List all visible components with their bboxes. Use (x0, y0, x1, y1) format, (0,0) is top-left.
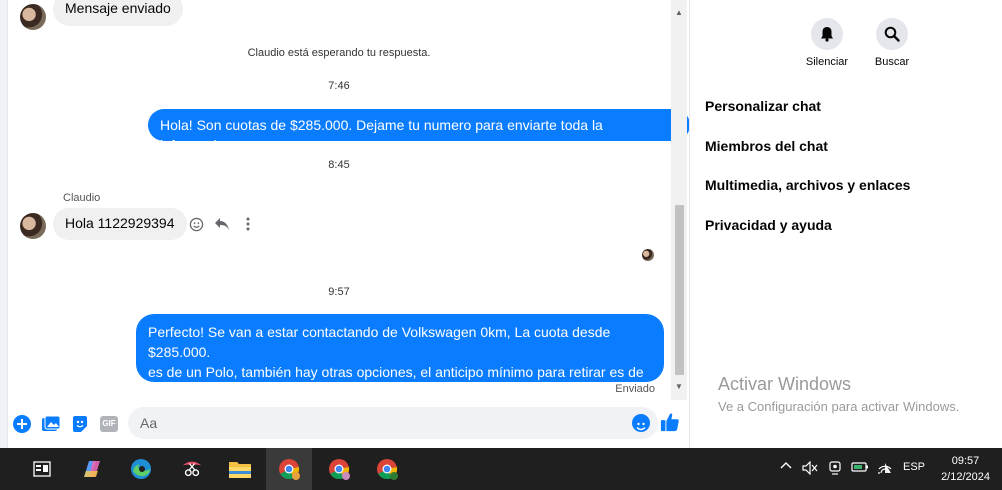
message-input[interactable]: Aa (128, 407, 658, 439)
chat-thread: Mensaje enviado Claudio está esperando t… (8, 0, 690, 448)
timestamp: 8:45 (328, 159, 350, 171)
gif-label: GIF (100, 416, 118, 432)
contact-avatar (20, 213, 46, 239)
search-icon (876, 18, 908, 50)
message-composer: GIF Aa (8, 404, 690, 444)
message-bubble-received[interactable]: Mensaje enviado (53, 0, 183, 26)
message-bubble-sent[interactable]: Perfecto! Se van a estar contactando de … (136, 314, 664, 400)
mute-button[interactable]: Silenciar (797, 18, 857, 68)
menu-customize-chat[interactable]: Personalizar chat (705, 98, 821, 114)
plus-icon[interactable] (12, 414, 32, 434)
menu-chat-members[interactable]: Miembros del chat (705, 138, 828, 154)
taskbar-clock[interactable]: 09:57 2/12/2024 (941, 453, 990, 485)
sticker-icon[interactable] (70, 414, 90, 434)
webcam-icon[interactable] (829, 461, 841, 478)
message-line: $7.182.000. Cuándo podes hablar? A la ma… (148, 384, 531, 400)
reply-icon[interactable] (214, 216, 230, 232)
chrome-profile-icon[interactable] (327, 457, 351, 481)
contact-avatar (20, 4, 46, 30)
photo-icon[interactable] (41, 414, 61, 434)
chrome-profile-t-icon[interactable] (375, 457, 399, 481)
snipping-tool-icon[interactable] (180, 457, 204, 481)
bell-icon (811, 18, 843, 50)
battery-charging-icon[interactable] (851, 461, 869, 476)
waiting-notice: Claudio está esperando tu respuesta. (247, 47, 431, 59)
input-placeholder: Aa (140, 415, 158, 431)
menu-privacy-support[interactable]: Privacidad y ayuda (705, 217, 832, 233)
search-label: Buscar (874, 56, 910, 68)
search-button[interactable]: Buscar (862, 18, 922, 68)
more-options-icon[interactable] (240, 216, 256, 232)
message-text: Hola 1122929394 (65, 215, 175, 231)
language-indicator[interactable]: ESP (903, 461, 925, 473)
volume-muted-icon[interactable] (802, 460, 818, 478)
file-explorer-icon[interactable] (228, 457, 252, 481)
message-text: Mensaje enviado (65, 0, 171, 16)
message-bubble-received[interactable]: Hola 1122929394 (53, 208, 187, 240)
wifi-icon[interactable] (877, 461, 893, 478)
message-line: Perfecto! Se van a estar contactando de … (148, 324, 611, 360)
clock-time: 09:57 (951, 455, 980, 467)
menu-media-files-links[interactable]: Multimedia, archivos y enlaces (705, 177, 910, 193)
scroll-down-arrow-icon[interactable]: ▼ (671, 380, 687, 394)
copilot-icon[interactable] (80, 457, 104, 481)
message-text: Hola! Son cuotas de $285.000. Dejame tu … (160, 117, 603, 153)
like-icon[interactable] (660, 412, 680, 432)
emoji-icon[interactable] (632, 414, 650, 432)
sidebar-edge (0, 0, 8, 448)
scroll-up-arrow-icon[interactable]: ▲ (671, 6, 687, 20)
read-receipt-avatar (642, 249, 654, 261)
gif-icon[interactable]: GIF (99, 414, 119, 434)
message-actions (188, 216, 256, 232)
activation-watermark-subtitle: Ve a Configuración para activar Windows. (718, 399, 960, 414)
chat-scrollbar[interactable]: ▲ ▼ (671, 0, 687, 400)
sender-name: Claudio (63, 192, 101, 204)
timestamp: 7:46 (328, 80, 350, 92)
react-emoji-icon[interactable] (188, 216, 204, 232)
scroll-thumb[interactable] (675, 205, 684, 375)
chrome-icon[interactable] (277, 457, 301, 481)
widgets-icon[interactable] (30, 457, 54, 481)
windows-taskbar: ESP 09:57 2/12/2024 (0, 448, 1002, 490)
timestamp: 9:57 (328, 286, 350, 298)
edge-icon[interactable] (129, 457, 153, 481)
activation-watermark-title: Activar Windows (718, 374, 852, 394)
show-hidden-icons-chevron-icon[interactable] (780, 460, 792, 475)
mute-label: Silenciar (805, 56, 849, 68)
message-status: Enviado (615, 383, 655, 395)
message-line: es de un Polo, también hay otras opcione… (148, 364, 644, 380)
clock-date: 2/12/2024 (941, 471, 990, 483)
message-bubble-sent[interactable]: Hola! Son cuotas de $285.000. Dejame tu … (148, 109, 690, 153)
conversation-info-panel: Silenciar Buscar Personalizar chat Miemb… (690, 0, 1002, 448)
